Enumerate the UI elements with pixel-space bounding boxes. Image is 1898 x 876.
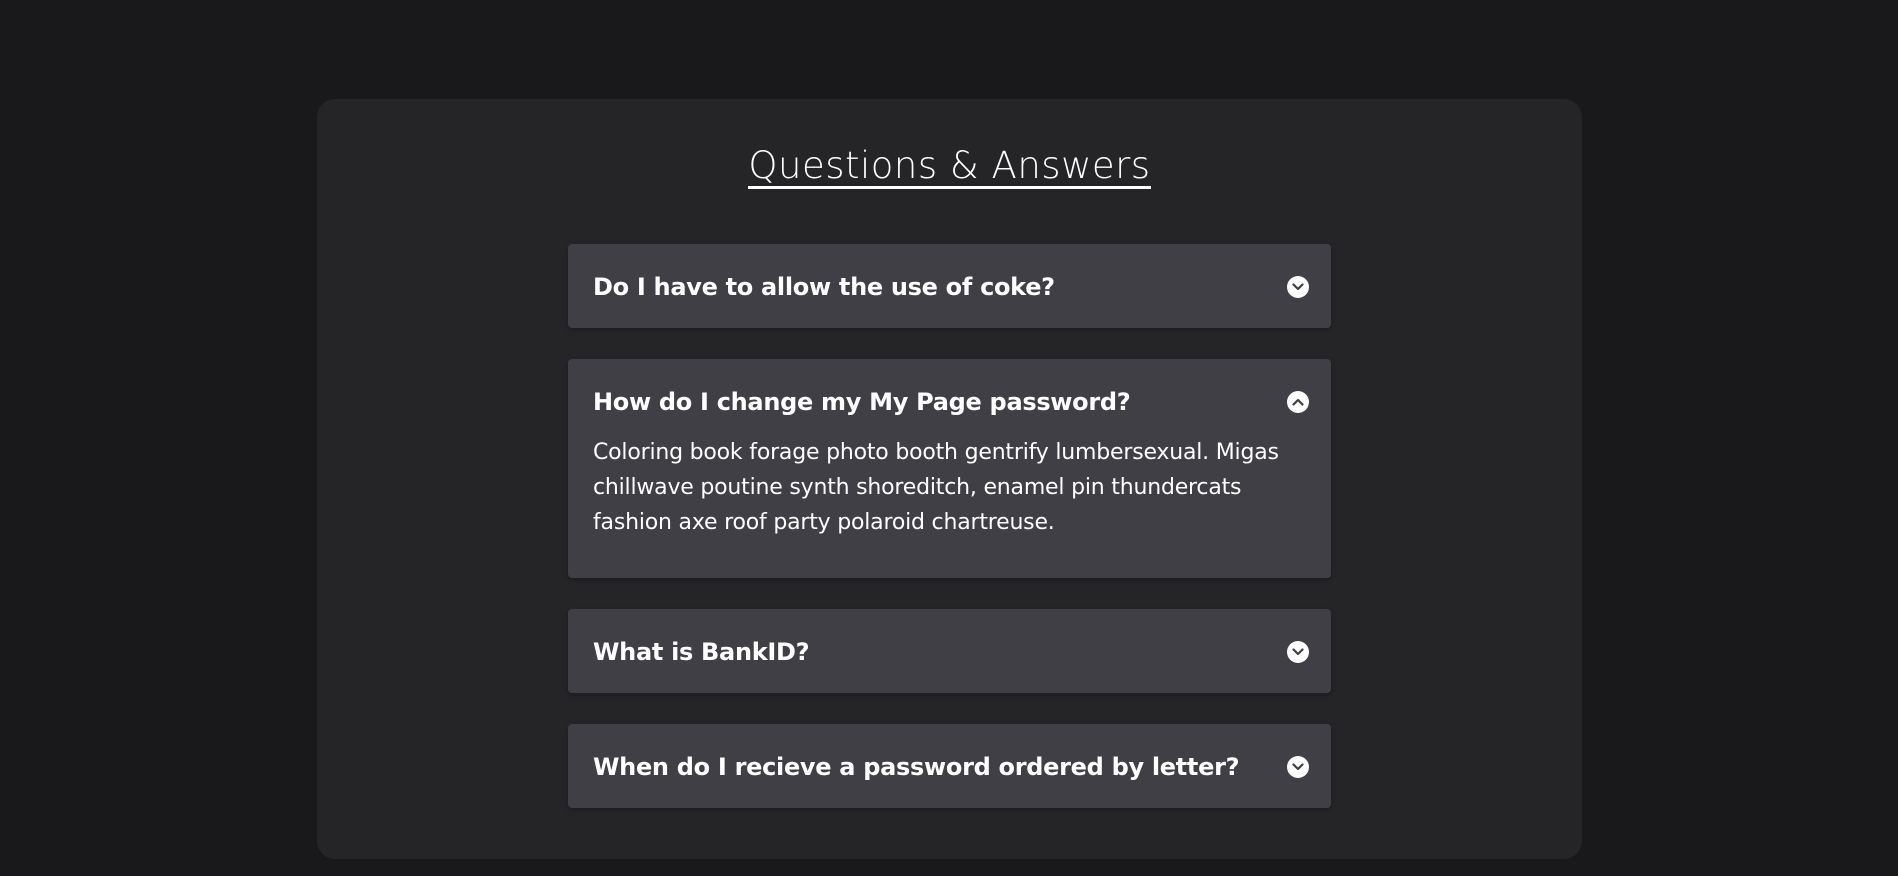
- faq-item[interactable]: When do I recieve a password ordered by …: [568, 724, 1331, 808]
- faq-item[interactable]: What is BankID?: [568, 609, 1331, 693]
- faq-answer: Coloring book forage photo booth gentrif…: [593, 440, 1279, 535]
- chevron-down-icon[interactable]: [1287, 276, 1309, 298]
- faq-question[interactable]: When do I recieve a password ordered by …: [593, 753, 1240, 781]
- faq-question-row[interactable]: What is BankID?: [593, 636, 1309, 668]
- faq-item[interactable]: Do I have to allow the use of coke?: [568, 244, 1331, 328]
- faq-question-row[interactable]: Do I have to allow the use of coke?: [593, 271, 1309, 303]
- faq-item-expanded[interactable]: How do I change my My Page password? Col…: [568, 359, 1331, 578]
- faq-question-row[interactable]: When do I recieve a password ordered by …: [593, 751, 1309, 783]
- chevron-up-icon[interactable]: [1287, 391, 1309, 413]
- faq-question-row[interactable]: How do I change my My Page password?: [593, 386, 1309, 418]
- page-title: Questions & Answers: [748, 144, 1151, 189]
- faq-question[interactable]: How do I change my My Page password?: [593, 388, 1131, 416]
- faq-question[interactable]: Do I have to allow the use of coke?: [593, 273, 1055, 301]
- chevron-down-icon[interactable]: [1287, 641, 1309, 663]
- faq-question[interactable]: What is BankID?: [593, 638, 810, 666]
- faq-card: Questions & Answers Do I have to allow t…: [317, 99, 1582, 859]
- page-title-wrapper: Questions & Answers: [317, 144, 1582, 189]
- chevron-down-icon[interactable]: [1287, 756, 1309, 778]
